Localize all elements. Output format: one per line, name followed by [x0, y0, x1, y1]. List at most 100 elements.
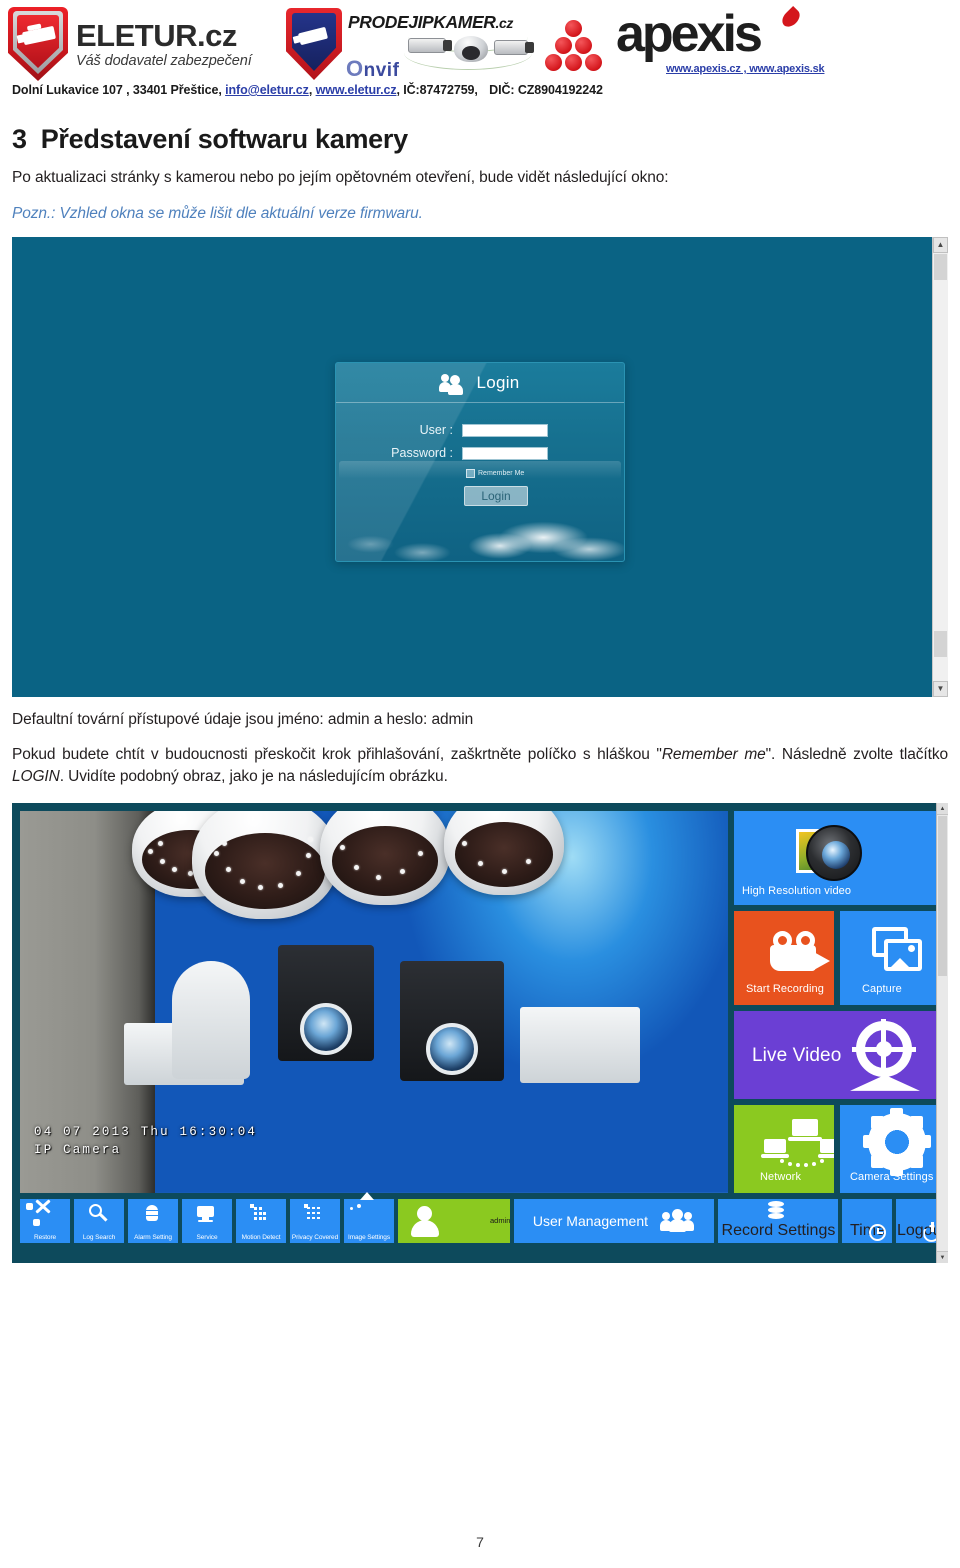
letterhead: ELETUR.cz Váš dodavatel zabezpečení PROD… — [0, 0, 960, 108]
email-link[interactable]: info@eletur.cz — [225, 83, 309, 97]
apexis-urls[interactable]: www.apexis.cz , www.apexis.sk — [666, 63, 825, 75]
tile-live-video[interactable]: Live Video — [734, 1010, 940, 1099]
rm-part-b: ". Následně zvolte tlačítko — [765, 745, 948, 763]
tile-row-record-capture: Start Recording Capture — [734, 910, 940, 1005]
apexis-dots-icon — [536, 20, 612, 72]
toolbar-label-privacy-covered: Privacy Covered — [291, 1233, 339, 1241]
toolbar-label-image-settings: Image Settings — [348, 1233, 390, 1241]
camera-ui-screenshot: 04 07 2013 Thu 16:30:04 IP Camera High R… — [12, 802, 948, 1263]
tile-row-network-settings: Network Camera Settings — [734, 1104, 940, 1193]
users-icon — [439, 373, 466, 395]
scroll-down-icon[interactable]: ▼ — [933, 681, 948, 698]
toolbar-label-record-settings: Record Settings — [721, 1221, 836, 1239]
toolbar-button-alarm-setting[interactable]: Alarm Setting — [128, 1198, 178, 1243]
toolbar-label-log-search: Log Search — [82, 1233, 116, 1241]
scrollbar-thumb-lower[interactable] — [934, 631, 947, 658]
user-label: User : — [419, 423, 453, 438]
apexis-wordmark: apexis — [616, 5, 763, 63]
ui-scroll-down-icon[interactable]: ▼ — [937, 1250, 948, 1263]
tile-camera-settings[interactable]: Camera Settings — [840, 1104, 940, 1193]
default-credentials-paragraph: Defaultní tovární přístupové údaje jsou … — [12, 711, 474, 729]
white-ptz-camera — [172, 960, 250, 1079]
toolbar-label-motion-detect: Motion Detect — [241, 1233, 281, 1241]
osd-camera-name: IP Camera — [34, 1142, 122, 1157]
eletur-logo-name: ELETUR.cz — [76, 17, 237, 53]
login-screenshot-scrollbar[interactable]: ▲ ▼ — [932, 237, 948, 698]
webcam-icon — [850, 1018, 920, 1091]
tile-start-recording[interactable]: Start Recording — [734, 910, 834, 1005]
tile-capture[interactable]: Capture — [840, 910, 940, 1005]
password-input[interactable] — [462, 446, 548, 460]
letterhead-address: Dolní Lukavice 107 , 33401 Přeštice, inf… — [12, 83, 603, 97]
user-management-label: User Management — [532, 1212, 649, 1229]
apexis-drop-icon — [778, 5, 804, 31]
users-group-icon — [660, 1208, 696, 1233]
toolbar-button-log-search[interactable]: Log Search — [74, 1198, 124, 1243]
login-form: User : Password : Remember Me Login — [336, 403, 624, 507]
camera-bottom-toolbar: Restore Log Search Alarm Setting Service — [20, 1191, 947, 1243]
dic-text: DIČ: CZ8904192242 — [489, 83, 603, 97]
camera-ui-grid: 04 07 2013 Thu 16:30:04 IP Camera High R… — [20, 810, 940, 1193]
dome-camera-4 — [444, 810, 564, 895]
remember-me-paragraph: Pokud budete chtít v budoucnosti přeskoč… — [12, 744, 948, 789]
toolbar-button-motion-detect[interactable]: Motion Detect — [236, 1198, 286, 1243]
rm-emphasis-remember: Remember me — [661, 745, 766, 763]
tile-label-capture: Capture — [862, 982, 902, 995]
ui-scroll-up-icon[interactable]: ▲ — [937, 802, 948, 815]
toolbar-button-image-settings[interactable]: Image Settings — [344, 1191, 394, 1243]
video-osd-overlay: 04 07 2013 Thu 16:30:04 IP Camera — [34, 1123, 257, 1159]
website-link[interactable]: www.eletur.cz — [316, 83, 397, 97]
camera-lens-icon — [796, 823, 862, 889]
panel-reflection — [339, 461, 621, 480]
toolbar-button-privacy-covered[interactable]: Privacy Covered — [290, 1198, 340, 1243]
bullet-camera-2 — [400, 960, 504, 1081]
ui-scrollbar-thumb[interactable] — [938, 815, 947, 976]
address-comma: , — [308, 83, 313, 97]
address-text: Dolní Lukavice 107 , 33401 Přeštice, — [12, 83, 222, 97]
toolbar-current-user: admin — [398, 1198, 511, 1243]
apexis-logo: apexis www.apexis.cz , www.apexis.sk — [536, 5, 836, 82]
document-body: 3 Představení softwaru kamery Po aktualiz… — [0, 124, 960, 1263]
toolbar-label-restore: Restore — [33, 1233, 57, 1241]
toolbar-label-service: Service — [196, 1233, 218, 1241]
dome-camera-2 — [192, 810, 338, 919]
video-camera-icon — [770, 930, 834, 973]
rm-emphasis-login: LOGIN — [12, 768, 60, 786]
section-number: 3 — [12, 124, 27, 154]
login-screenshot: Login User : Password : Remember Me Logi… — [12, 237, 948, 698]
function-tiles: High Resolution video Start Recording Ca… — [734, 810, 940, 1193]
tile-network[interactable]: Network — [734, 1104, 834, 1193]
rm-part-a: Pokud budete chtít v budoucnosti přeskoč… — [12, 745, 662, 763]
photos-icon — [872, 926, 924, 975]
tile-label-camera-settings: Camera Settings — [850, 1170, 934, 1183]
scrollbar-thumb-upper[interactable] — [934, 254, 947, 281]
toolbar-button-record-settings[interactable]: Record Settings — [718, 1198, 839, 1243]
osd-timestamp: 04 07 2013 Thu 16:30:04 — [34, 1124, 258, 1139]
avatar — [406, 1205, 444, 1237]
toolbar-button-service[interactable]: Service — [182, 1198, 232, 1243]
camera-photos-strip — [404, 22, 534, 80]
onvif-label: nvif — [363, 60, 400, 81]
user-input[interactable] — [462, 423, 548, 437]
scroll-up-icon[interactable]: ▲ — [933, 237, 948, 254]
white-camera-body-2 — [520, 1006, 640, 1083]
toolbar-button-restore[interactable]: Restore — [20, 1198, 70, 1243]
toolbar-button-time[interactable]: Time — [842, 1198, 893, 1243]
bullet-camera-1 — [278, 944, 374, 1061]
ico-text: , IČ:87472759, — [396, 83, 478, 97]
tile-label-live-video: Live Video — [752, 1044, 842, 1066]
login-button[interactable]: Login — [464, 486, 528, 507]
tile-label-high-resolution-video: High Resolution video — [742, 884, 852, 897]
tile-high-resolution-video[interactable]: High Resolution video — [734, 810, 940, 905]
intro-paragraph: Po aktualizaci stránky s kamerou nebo po… — [12, 169, 669, 186]
login-panel: Login User : Password : Remember Me Logi… — [335, 362, 625, 563]
camera-ui-scrollbar[interactable]: ▲ ▼ — [936, 802, 948, 1263]
prodej-shield-icon — [286, 8, 342, 80]
toolbar-button-user-management[interactable]: User Management — [514, 1198, 715, 1243]
section-title: Představení softwaru kamery — [40, 124, 408, 154]
onvif-logo: Onvif — [346, 56, 400, 81]
dome-camera-3 — [320, 810, 450, 905]
eletur-logo-tagline: Váš dodavatel zabezpečení — [76, 52, 252, 69]
eletur-logo: ELETUR.cz Váš dodavatel zabezpečení — [8, 6, 288, 82]
live-video-pane[interactable]: 04 07 2013 Thu 16:30:04 IP Camera — [20, 810, 728, 1193]
